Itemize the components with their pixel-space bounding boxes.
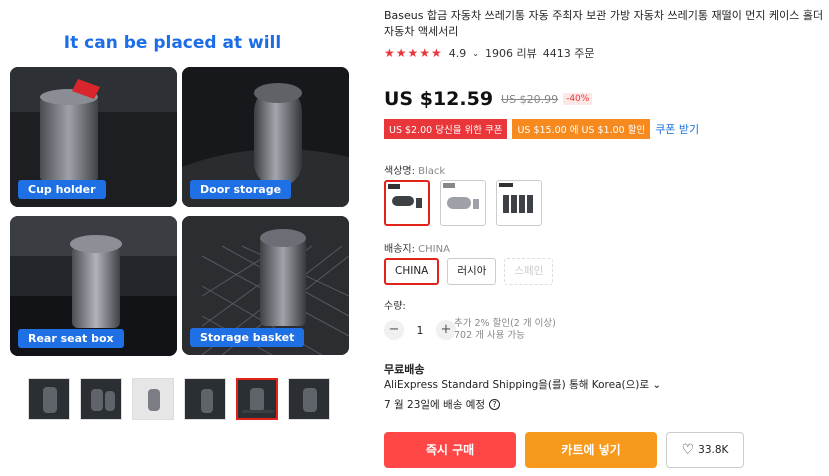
- buy-now-button[interactable]: 즉시 구매: [384, 432, 516, 468]
- caption-cup-holder: Cup holder: [18, 180, 106, 199]
- gallery-image-rear-seat-box[interactable]: Rear seat box: [10, 216, 177, 356]
- current-price: US $12.59: [384, 88, 494, 110]
- ship-from-selected-value: CHINA: [418, 244, 450, 255]
- star-rating-icon: ★★★★★: [384, 46, 443, 60]
- thumbnail-active[interactable]: [236, 378, 278, 420]
- rating-row: ★★★★★ 4.9 ⌄ 1906 리뷰 4413 주문: [384, 45, 600, 61]
- gallery-image-cup-holder[interactable]: Cup holder: [10, 67, 177, 207]
- discount-badge: -40%: [563, 93, 593, 105]
- action-buttons: 즉시 구매 카트에 넣기 ♡ 33.8K: [384, 432, 744, 468]
- ship-from-russia[interactable]: 러시아: [447, 258, 497, 285]
- gallery-image-door-storage[interactable]: Door storage: [182, 67, 349, 207]
- heart-icon: ♡: [681, 442, 695, 458]
- free-shipping-label: 무료배송: [384, 363, 425, 376]
- caption-storage-basket: Storage basket: [190, 328, 305, 347]
- decrement-button[interactable]: −: [384, 320, 404, 340]
- shipping-method[interactable]: AliExpress Standard Shipping을(를) 통해 Kore…: [384, 377, 661, 392]
- gallery-image-storage-basket[interactable]: Storage basket: [182, 216, 349, 355]
- caption-rear-seat-box: Rear seat box: [18, 329, 124, 348]
- caption-door-storage: Door storage: [190, 180, 292, 199]
- delivery-date-row: 7 월 23일에 배송 예정 ?: [384, 397, 501, 412]
- color-selected-value: Black: [418, 166, 446, 177]
- new-user-coupon[interactable]: US $2.00 당신을 위한 쿠폰: [384, 119, 508, 139]
- price-row: US $12.59 US $20.99 -40%: [384, 88, 593, 110]
- ship-from-label-text: 배송지:: [384, 244, 415, 255]
- thumbnail[interactable]: [28, 378, 70, 420]
- help-icon[interactable]: ?: [489, 399, 501, 410]
- quantity-stepper: − 1 +: [384, 320, 456, 340]
- coupon-row: US $2.00 당신을 위한 쿠폰 US $15.00 에 US $1.00 …: [384, 119, 699, 139]
- ship-from-options: CHINA 러시아 스페인: [384, 258, 554, 285]
- ship-from-china[interactable]: CHINA: [384, 258, 440, 285]
- wishlist-button[interactable]: ♡ 33.8K: [666, 432, 744, 468]
- increment-button[interactable]: +: [436, 320, 456, 340]
- ship-from-label: 배송지: CHINA: [384, 240, 450, 255]
- black-bin-icon: [388, 184, 422, 208]
- color-swatch-grey[interactable]: [440, 180, 486, 226]
- thumbnail[interactable]: [288, 378, 330, 420]
- color-label: 색상명: Black: [384, 162, 445, 177]
- color-label-text: 색상명:: [384, 166, 415, 177]
- thumbnail[interactable]: [184, 378, 226, 420]
- color-swatch-set[interactable]: [496, 180, 542, 226]
- color-swatch-black[interactable]: [384, 180, 430, 226]
- ship-from-spain: 스페인: [504, 258, 554, 285]
- delivery-date: 7 월 23일에 배송 예정: [384, 399, 486, 411]
- product-title: Baseus 합금 자동차 쓰레기통 자동 주최자 보관 가방 자동차 쓰레기통…: [384, 9, 824, 38]
- thumbnail[interactable]: [132, 378, 174, 420]
- get-coupons-link[interactable]: 쿠폰 받기: [655, 121, 699, 137]
- original-price: US $20.99: [501, 92, 559, 106]
- color-swatches: [384, 180, 542, 226]
- review-count[interactable]: 1906 리뷰: [485, 45, 537, 61]
- thumbnail[interactable]: [80, 378, 122, 420]
- order-count: 4413 주문: [542, 47, 595, 60]
- grey-bin-icon: [443, 183, 479, 209]
- stock-available-note: 702 개 사용 가능: [454, 330, 525, 341]
- store-coupon[interactable]: US $15.00 에 US $1.00 할인: [512, 119, 651, 139]
- quantity-value[interactable]: 1: [410, 324, 430, 337]
- chevron-down-icon[interactable]: ⌄: [472, 49, 479, 58]
- add-to-cart-button[interactable]: 카트에 넣기: [525, 432, 657, 468]
- rating-value: 4.9: [448, 46, 467, 60]
- thumbnail-strip: [28, 378, 330, 420]
- quantity-label: 수량:: [384, 301, 406, 312]
- quantity-note: 추가 2% 할인(2 개 이상) 702 개 사용 가능: [454, 318, 556, 342]
- wishlist-count: 33.8K: [698, 444, 729, 456]
- bulk-discount-note: 추가 2% 할인(2 개 이상): [454, 318, 556, 329]
- bin-set-icon: [499, 183, 533, 213]
- gallery-heading: It can be placed at will: [63, 33, 282, 53]
- product-gallery: It can be placed at will Cup holder Door…: [0, 0, 360, 476]
